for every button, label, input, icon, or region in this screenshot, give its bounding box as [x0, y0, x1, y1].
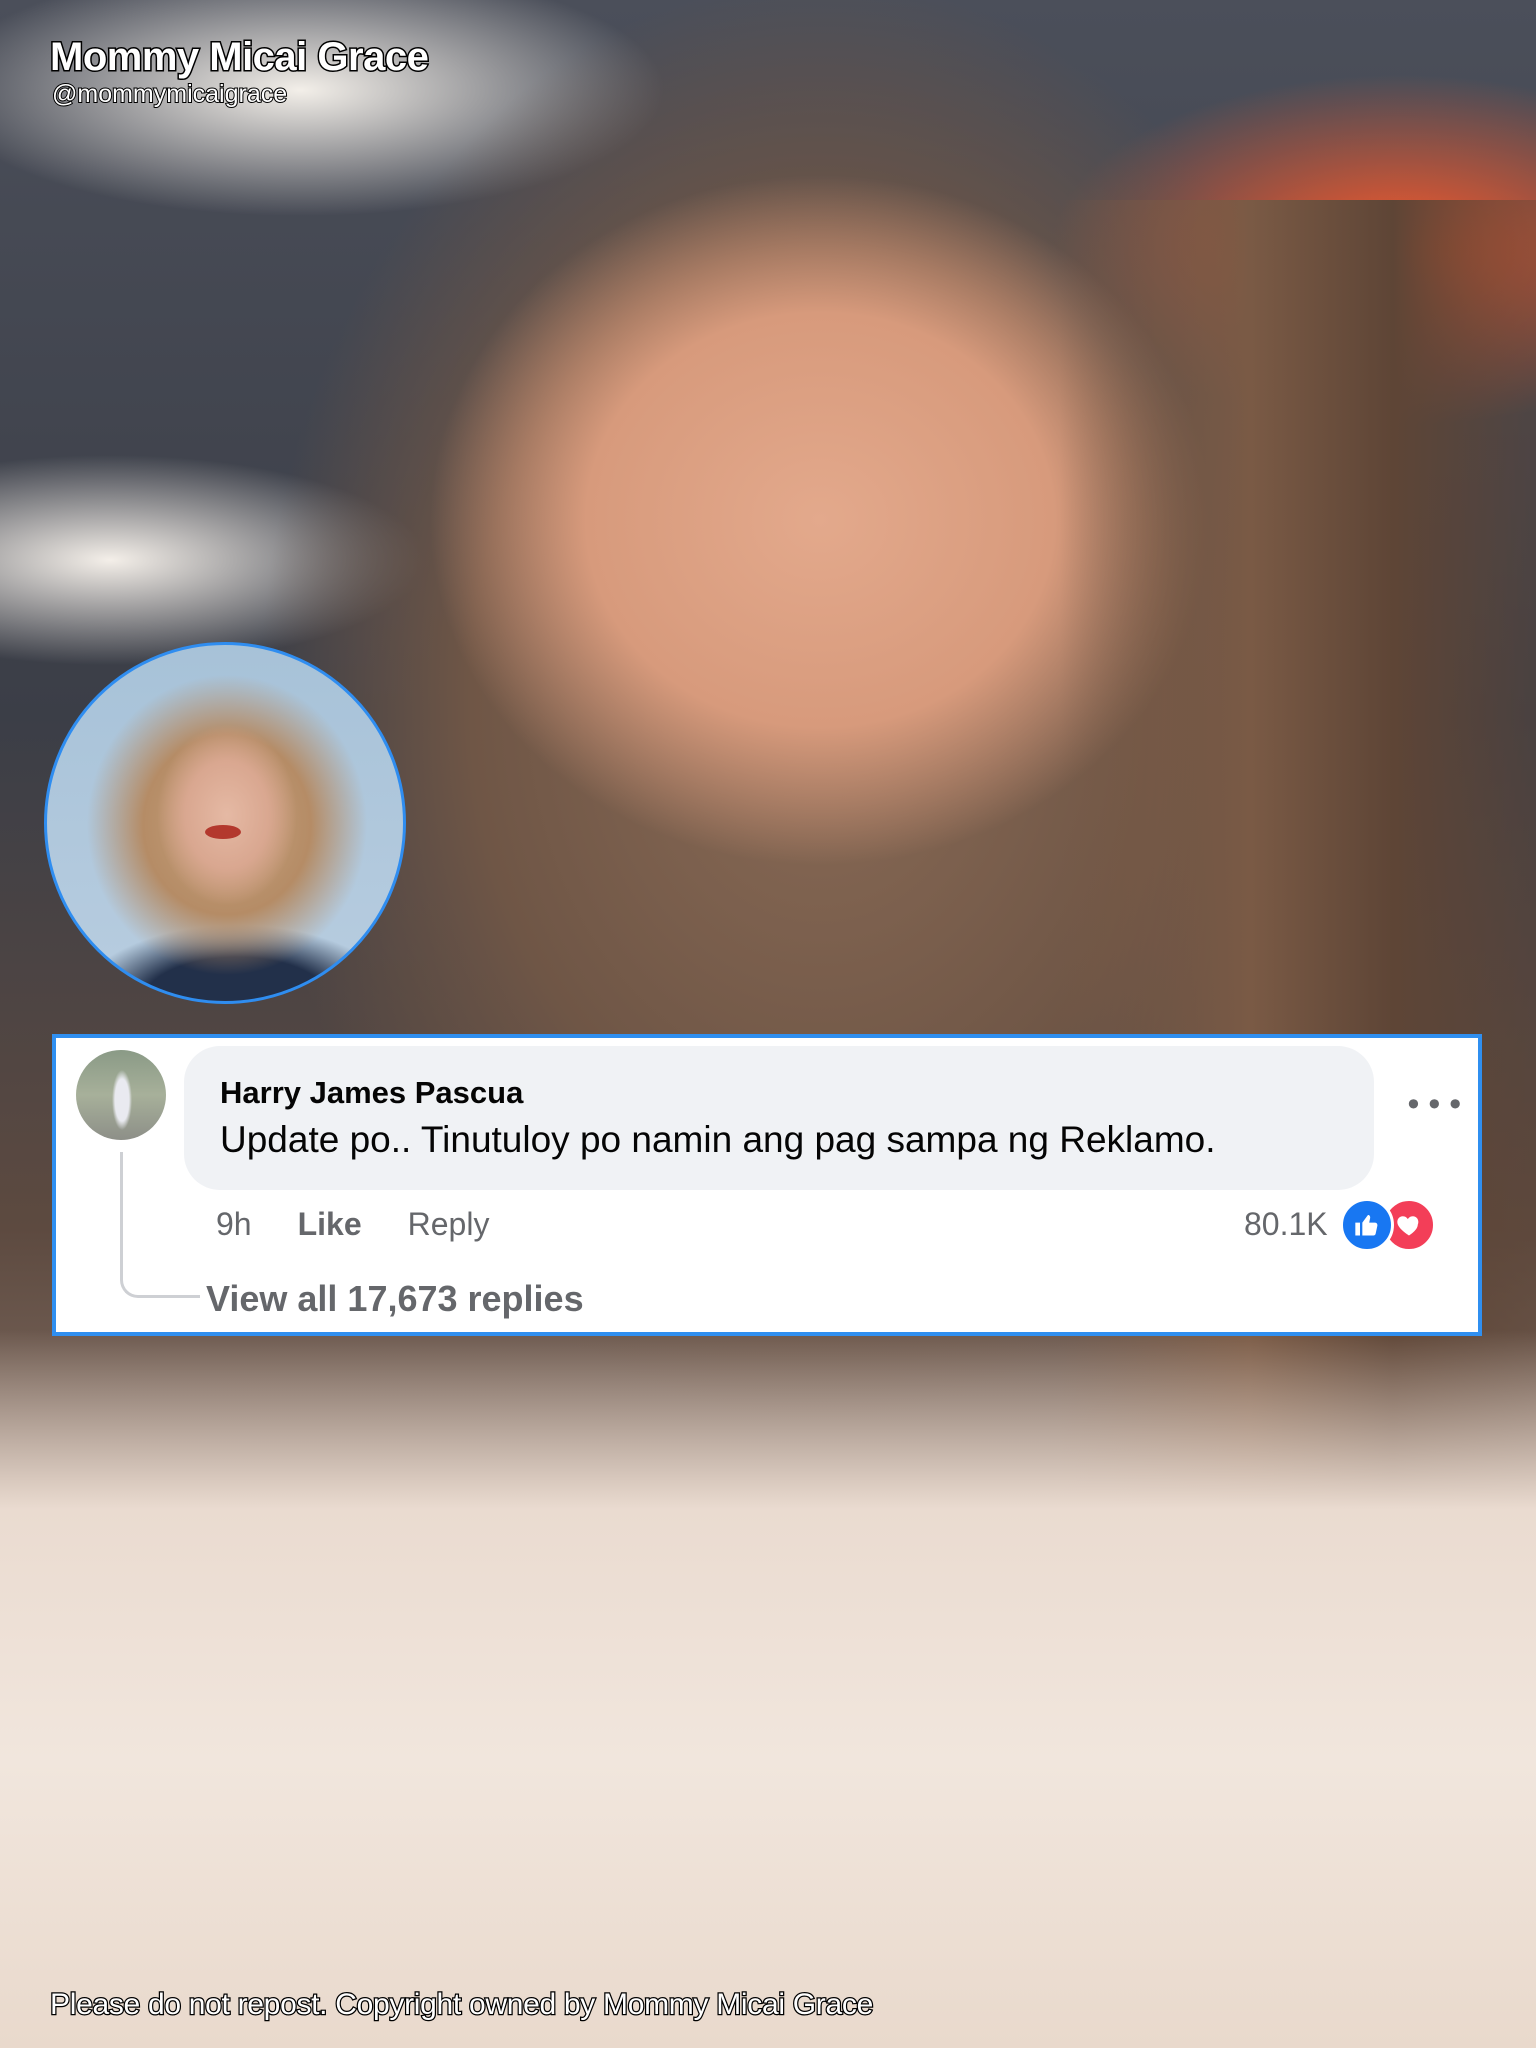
view-replies-link[interactable]: View all 17,673 replies: [206, 1278, 584, 1320]
brand-handle: @mommymicaigrace: [51, 79, 288, 109]
background-top-garment: [0, 1330, 1536, 2048]
reaction-icons[interactable]: [1340, 1198, 1450, 1252]
comment-card: Harry James Pascua Update po.. Tinutuloy…: [52, 1034, 1482, 1336]
brand-name: Mommy Micai Grace: [48, 34, 430, 81]
reply-button[interactable]: Reply: [408, 1206, 490, 1243]
commenter-avatar[interactable]: [76, 1050, 166, 1140]
comment-author[interactable]: Harry James Pascua: [220, 1074, 1374, 1112]
reply-thread-line: [120, 1152, 200, 1298]
more-options-icon[interactable]: •••: [1404, 1086, 1467, 1124]
reaction-count[interactable]: 80.1K: [1244, 1206, 1328, 1243]
comment-text: Update po.. Tinutuloy po namin ang pag s…: [220, 1119, 1216, 1160]
like-icon: [1340, 1198, 1394, 1252]
copyright-notice: Please do not repost. Copyright owned by…: [49, 1987, 875, 2023]
profile-avatar: [44, 642, 406, 1004]
comment-timestamp[interactable]: 9h: [216, 1206, 252, 1243]
brand-header: Mommy Micai Grace @mommymicaigrace: [48, 34, 430, 110]
avatar-detail: [205, 825, 241, 839]
comment-actions: 9h Like Reply: [216, 1206, 489, 1243]
comment-bubble: Harry James Pascua Update po.. Tinutuloy…: [184, 1046, 1374, 1190]
like-button[interactable]: Like: [298, 1206, 362, 1243]
